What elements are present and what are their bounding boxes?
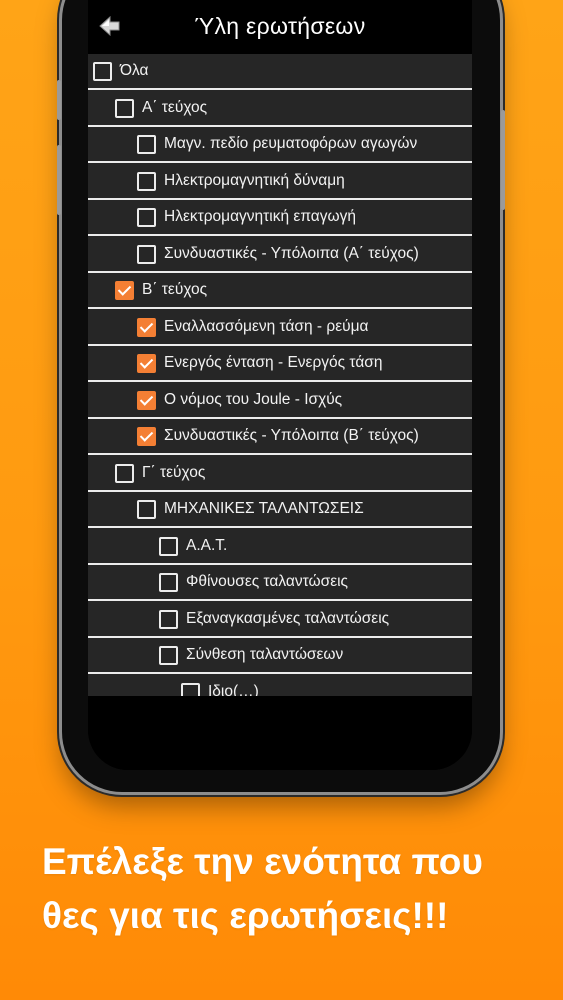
caption-line-1: Επέλεξε την ενότητα που bbox=[42, 841, 483, 882]
page-title: Ύλη ερωτήσεων bbox=[194, 13, 366, 39]
checklist-item-label: Α.Α.Τ. bbox=[186, 536, 228, 554]
checklist-item[interactable]: Β΄ τεύχος bbox=[88, 273, 472, 309]
checklist-item[interactable]: Ιδιο(…) bbox=[88, 675, 472, 697]
checklist-item[interactable]: Ηλεκτρομαγνητική δύναμη bbox=[88, 164, 472, 200]
checklist-item[interactable]: Α.Α.Τ. bbox=[88, 529, 472, 565]
checkbox-unchecked[interactable] bbox=[93, 62, 112, 81]
checklist-item-label: Α΄ τεύχος bbox=[142, 98, 208, 116]
checklist-item-label: Συνδυαστικές - Υπόλοιπα (Α΄ τεύχος) bbox=[164, 244, 419, 262]
app-screen: Ύλη ερωτήσεων Όλα Α΄ τεύχος Μαγν. πεδίο ρε… bbox=[88, 0, 472, 770]
checkbox-unchecked[interactable] bbox=[137, 244, 156, 264]
checkbox-unchecked[interactable] bbox=[159, 646, 178, 665]
promo-caption: Επέλεξε την ενότητα που θες για τις ερωτ… bbox=[42, 835, 542, 943]
checkbox-checked[interactable] bbox=[137, 354, 156, 373]
checkbox-unchecked[interactable] bbox=[159, 609, 178, 629]
checkbox-checked[interactable] bbox=[137, 427, 156, 446]
checklist-item-label: Εναλλασσόμενη τάση - ρεύμα bbox=[164, 317, 369, 335]
phone-volume-button bbox=[57, 145, 61, 215]
topic-checklist[interactable]: Όλα Α΄ τεύχος Μαγν. πεδίο ρευματοφόρων αγω… bbox=[88, 54, 472, 696]
checklist-item[interactable]: Α΄ τεύχος bbox=[88, 91, 472, 127]
checklist-item[interactable]: Σύνθεση ταλαντώσεων bbox=[88, 638, 472, 674]
checkbox-unchecked[interactable] bbox=[181, 682, 200, 696]
checklist-item-label: Ιδιο(…) bbox=[208, 682, 259, 697]
checkbox-unchecked[interactable] bbox=[159, 536, 178, 556]
checklist-item-label: Φθίνουσες ταλαντώσεις bbox=[186, 573, 349, 590]
checklist-item[interactable]: Ενεργός ένταση - Ενεργός τάση bbox=[88, 346, 472, 382]
checklist-item[interactable]: Φθίνουσες ταλαντώσεις bbox=[88, 565, 472, 601]
checklist-item-label: Εξαναγκασμένες ταλαντώσεις bbox=[186, 609, 390, 627]
checklist-item-label: ΜΗΧΑΝΙΚΕΣ ΤΑΛΑΝΤΩΣΕΙΣ bbox=[164, 500, 364, 517]
checkbox-unchecked[interactable] bbox=[159, 573, 178, 592]
checklist-item-label: Ενεργός ένταση - Ενεργός τάση bbox=[164, 354, 383, 371]
app-bar: Ύλη ερωτήσεων bbox=[88, 0, 472, 54]
checkbox-checked[interactable] bbox=[137, 317, 156, 337]
caption-line-2: θες για τις ερωτήσεις!!! bbox=[42, 895, 449, 936]
checkbox-checked[interactable] bbox=[137, 390, 156, 410]
checkbox-unchecked[interactable] bbox=[137, 135, 156, 154]
checkbox-unchecked[interactable] bbox=[115, 463, 134, 483]
checklist-item[interactable]: Εναλλασσόμενη τάση - ρεύμα bbox=[88, 310, 472, 346]
checklist-item[interactable]: Ο νόμος του Joule - Ισχύς bbox=[88, 383, 472, 419]
phone-side-button bbox=[57, 80, 61, 120]
screen-bottom bbox=[88, 696, 472, 770]
checkbox-unchecked[interactable] bbox=[137, 171, 156, 191]
checklist-item[interactable]: Εξαναγκασμένες ταλαντώσεις bbox=[88, 602, 472, 638]
checklist-item-label: Ηλεκτρομαγνητική επαγωγή bbox=[164, 208, 356, 225]
checklist-item[interactable]: Γ΄ τεύχος bbox=[88, 456, 472, 492]
checklist-item-label: Όλα bbox=[120, 62, 149, 79]
checklist-item[interactable]: Όλα bbox=[88, 54, 472, 90]
phone-power-button bbox=[501, 110, 505, 210]
checkbox-unchecked[interactable] bbox=[115, 98, 134, 118]
checklist-item[interactable]: ΜΗΧΑΝΙΚΕΣ ΤΑΛΑΝΤΩΣΕΙΣ bbox=[88, 492, 472, 528]
checkbox-unchecked[interactable] bbox=[137, 208, 156, 227]
checklist-item[interactable]: Συνδυαστικές - Υπόλοιπα (Β΄ τεύχος) bbox=[88, 419, 472, 455]
checkbox-checked[interactable] bbox=[115, 281, 134, 300]
checklist-item[interactable]: Μαγν. πεδίο ρευματοφόρων αγωγών bbox=[88, 127, 472, 163]
checklist-item[interactable]: Ηλεκτρομαγνητική επαγωγή bbox=[88, 200, 472, 236]
checkbox-unchecked[interactable] bbox=[137, 500, 156, 519]
checklist-item-label: Ο νόμος του Joule - Ισχύς bbox=[164, 390, 343, 408]
checklist-item-label: Β΄ τεύχος bbox=[142, 281, 208, 298]
checklist-item[interactable]: Συνδυαστικές - Υπόλοιπα (Α΄ τεύχος) bbox=[88, 237, 472, 273]
checklist-item-label: Συνδυαστικές - Υπόλοιπα (Β΄ τεύχος) bbox=[164, 427, 419, 444]
checklist-item-label: Ηλεκτρομαγνητική δύναμη bbox=[164, 171, 345, 189]
checklist-item-label: Γ΄ τεύχος bbox=[142, 463, 206, 481]
checklist-item-label: Σύνθεση ταλαντώσεων bbox=[186, 646, 344, 663]
checklist-item-label: Μαγν. πεδίο ρευματοφόρων αγωγών bbox=[164, 135, 418, 152]
